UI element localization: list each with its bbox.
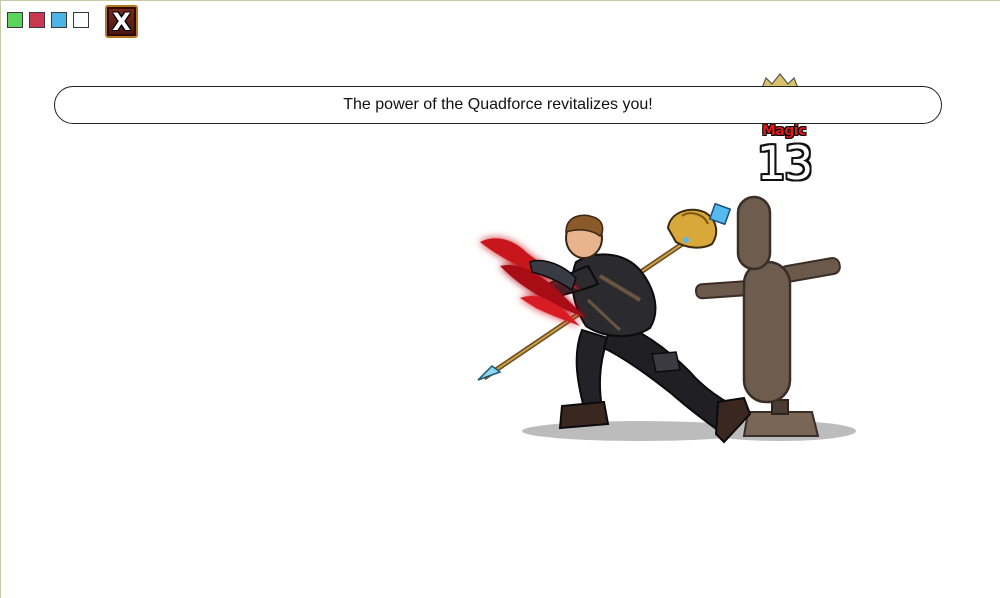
player-character[interactable] (477, 202, 752, 444)
message-bar: The power of the Quadforce revitalizes y… (54, 86, 942, 124)
damage-value: 13 (756, 136, 814, 190)
staff-head (666, 202, 732, 249)
message-text: The power of the Quadforce revitalizes y… (343, 96, 653, 113)
